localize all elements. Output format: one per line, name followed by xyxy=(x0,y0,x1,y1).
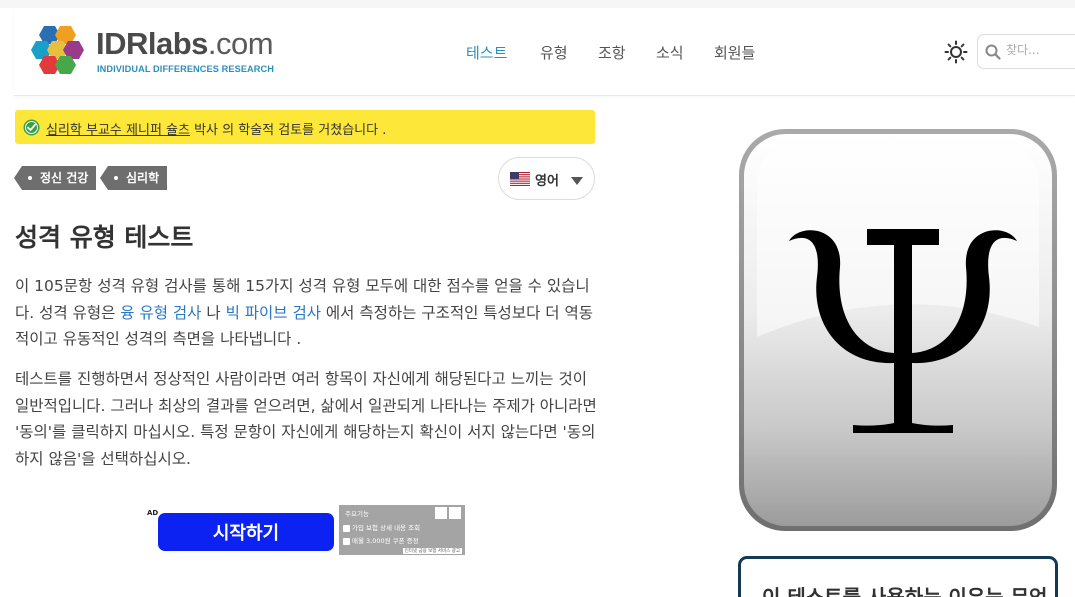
page-title: 성격 유형 테스트 xyxy=(15,223,194,252)
big-five-test-link[interactable]: 빅 파이브 검사 xyxy=(226,304,321,322)
ad-banner[interactable]: 주요기능 가입 보험 상세 내용 조회 매월 3,000원 쿠폰 증정 인터넷 … xyxy=(339,505,465,555)
why-use-card: 이 테스트를 사용하는 이유는 무엇 xyxy=(738,556,1058,597)
ad-footer: 인터넷 금융 보험 서비스 광고 xyxy=(402,548,462,554)
review-text: 심리학 부교수 제니퍼 슐츠 박사 의 학술적 검토를 거쳤습니다 . xyxy=(46,123,387,138)
instructions-paragraph: 테스트를 진행하면서 정상적인 사람이라면 여러 항목이 자신에게 해당된다고 … xyxy=(15,370,597,468)
ad-heading: 주요기능 xyxy=(345,510,369,518)
tag-mental-health[interactable]: 정신 건강 xyxy=(13,166,97,190)
sun-icon[interactable] xyxy=(944,40,968,64)
jung-test-link[interactable]: 융 유형 검사 xyxy=(120,304,201,322)
top-strip xyxy=(0,0,1075,8)
ad-row: 가입 보험 상세 내용 조회 xyxy=(343,522,420,532)
logo-wordmark: IDRlabs.com xyxy=(96,26,274,61)
language-selector[interactable]: 영어 xyxy=(498,157,595,200)
logo-hexagons-icon xyxy=(31,26,84,74)
intro-paragraph: 이 105문항 성격 유형 검사를 통해 15가지 성격 유형 모두에 대한 점… xyxy=(15,277,593,348)
us-flag-icon xyxy=(510,172,530,186)
nav-tests[interactable]: 테스트 xyxy=(466,42,507,63)
review-banner: 심리학 부교수 제니퍼 슐츠 박사 의 학술적 검토를 거쳤습니다 . xyxy=(15,110,595,144)
language-label: 영어 xyxy=(535,174,559,189)
chevron-down-icon xyxy=(571,177,583,185)
start-button[interactable]: 시작하기 xyxy=(158,513,334,551)
ad-label: AD xyxy=(147,509,159,517)
search-input[interactable] xyxy=(1006,43,1075,57)
nav-articles[interactable]: 조항 xyxy=(598,42,626,63)
search-icon xyxy=(985,44,1001,60)
logo-subtitle: INDIVIDUAL DIFFERENCES RESEARCH xyxy=(97,64,274,74)
site-header: IDRlabs.com INDIVIDUAL DIFFERENCES RESEA… xyxy=(14,8,1075,96)
ad-play-icon[interactable] xyxy=(435,507,447,519)
ad-info-icon[interactable] xyxy=(449,507,461,519)
reviewer-link[interactable]: 심리학 부교수 제니퍼 슐츠 xyxy=(46,123,190,138)
nav-members[interactable]: 회원들 xyxy=(714,42,755,63)
nav-news[interactable]: 소식 xyxy=(656,42,684,63)
verified-check-icon xyxy=(23,119,40,136)
card-title: 이 테스트를 사용하는 이유는 무엇 xyxy=(762,585,1048,597)
nav-types[interactable]: 유형 xyxy=(540,42,568,63)
tag-psychology[interactable]: 심리학 xyxy=(99,166,168,190)
search-box[interactable] xyxy=(977,34,1075,69)
psi-symbol-icon xyxy=(739,129,1057,531)
site-logo[interactable]: IDRlabs.com INDIVIDUAL DIFFERENCES RESEA… xyxy=(28,22,298,82)
ad-row: 매월 3,000원 쿠폰 증정 xyxy=(343,535,419,545)
